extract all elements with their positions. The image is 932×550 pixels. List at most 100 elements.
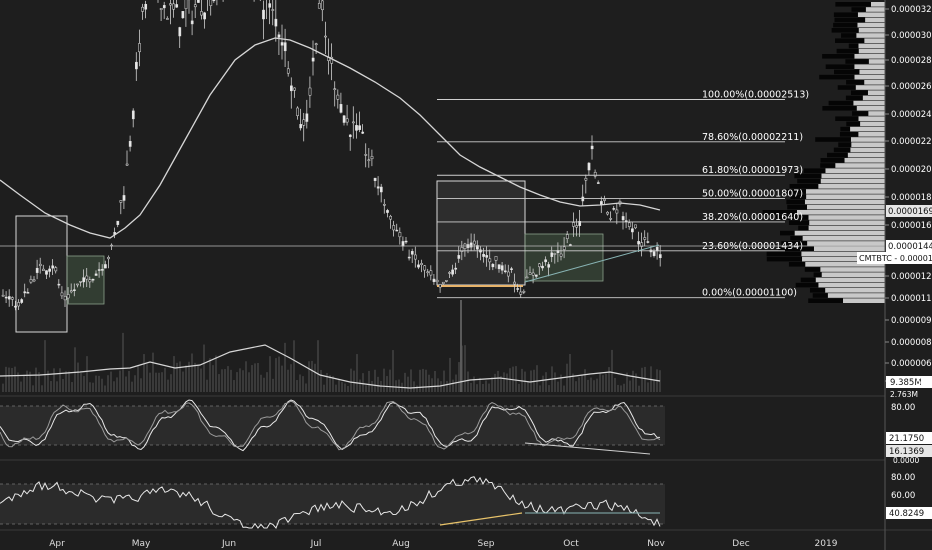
candle-body [184,0,188,9]
candle-body [203,12,206,20]
candle-body [507,271,510,277]
volume-bar [122,332,124,392]
candle-body [14,305,17,308]
volume-bar [119,370,121,392]
volume-profile-bar [859,69,885,75]
candle-body [488,258,492,263]
volume-bar [623,383,625,392]
volume-bar [20,381,22,392]
volume-bar [590,377,592,392]
volume-bar [260,374,262,392]
candle-body [438,284,442,288]
volume-bar [128,370,130,392]
volume-bar [497,370,499,392]
candle-body [107,257,110,260]
volume-bar [398,379,400,392]
candle-body [379,186,383,193]
candle-body [283,42,287,52]
volume-profile-bar [806,194,885,199]
volume-bar [35,367,37,392]
volume-bar [245,361,247,392]
price-tick-label: 0.00000950 [891,316,932,326]
volume-bar [308,361,310,392]
candle-body [63,296,67,301]
volume-profile-bar [821,272,885,277]
volume-bar [116,377,118,392]
volume-bar [104,385,106,392]
chart-canvas[interactable]: 100.00%(0.00002513) 78.60%(0.00002211) 61.… [0,0,932,550]
volume-bar [209,358,211,392]
volume-bar [470,382,472,392]
volume-bar [428,374,430,392]
volume-profile-bar [819,74,855,80]
volume-bar [281,365,283,392]
candle-body [209,0,213,6]
volume-bar [557,381,559,392]
candle-body [104,264,107,269]
price-tick-label: 0.00002400 [891,110,932,120]
volume-bar [77,362,79,392]
time-tick-label: Apr [49,539,65,549]
candle-body [324,35,327,38]
volume-bar [59,368,61,392]
volume-bar [107,375,109,392]
candle-body [503,270,507,273]
candle-body [559,253,563,257]
volume-bar [11,367,13,392]
candle-body [119,200,123,203]
volume-bar [8,367,10,392]
volume-bar [203,344,205,392]
volume-profile-bar [796,210,885,215]
candle-body [367,159,371,162]
time-tick-label: Nov [647,539,665,549]
candle-body [333,88,337,90]
candle-body [32,279,36,282]
candle-body [553,253,557,255]
volume-profile-bar [813,272,822,277]
volume-bar [593,380,595,392]
volume-bar [269,356,271,392]
volume-bar [608,367,610,392]
candle-body [1,294,5,297]
candle-body [643,237,647,240]
candle-body [358,125,361,130]
candle-body [69,290,73,293]
candle-body [212,0,216,2]
volume-bar [314,363,316,392]
volume-bar [383,368,385,392]
candle-body [398,232,402,238]
candle-body [603,198,606,201]
volume-profile-bar [802,236,885,241]
price-tick-label: 0.00001250 [891,272,932,282]
volume-profile-bar [808,215,885,220]
candle-body [355,125,358,131]
candle-body [159,8,163,10]
price-tag-top-text: 0.00001692 [888,207,932,217]
volume-profile-bar [854,54,885,59]
volume-profile-bar [853,100,885,106]
volume-profile-bar [858,48,885,54]
volume-profile-bar [766,251,802,257]
time-tick-label: Jul [310,539,322,549]
candle-body [538,263,541,268]
volume-bar [152,352,154,392]
volume-profile-bar [780,230,795,236]
candle-body [361,131,365,134]
range-box [66,255,105,305]
volume-bar [23,374,25,392]
candle-body [166,18,169,20]
volume-bar [341,381,343,392]
volume-bar [602,375,604,392]
price-tick-label: 0.00003200 [891,5,932,15]
candle-body [7,296,11,300]
candle-body [172,3,175,10]
volume-profile-bar [831,28,859,33]
volume-bar [509,368,511,392]
volume-bar [302,376,304,392]
volume-bar [377,376,379,392]
volume-bar [80,373,82,392]
candle-body [631,228,634,233]
candle-body [590,145,594,150]
candle-body [637,241,640,245]
candle-body [624,220,628,222]
